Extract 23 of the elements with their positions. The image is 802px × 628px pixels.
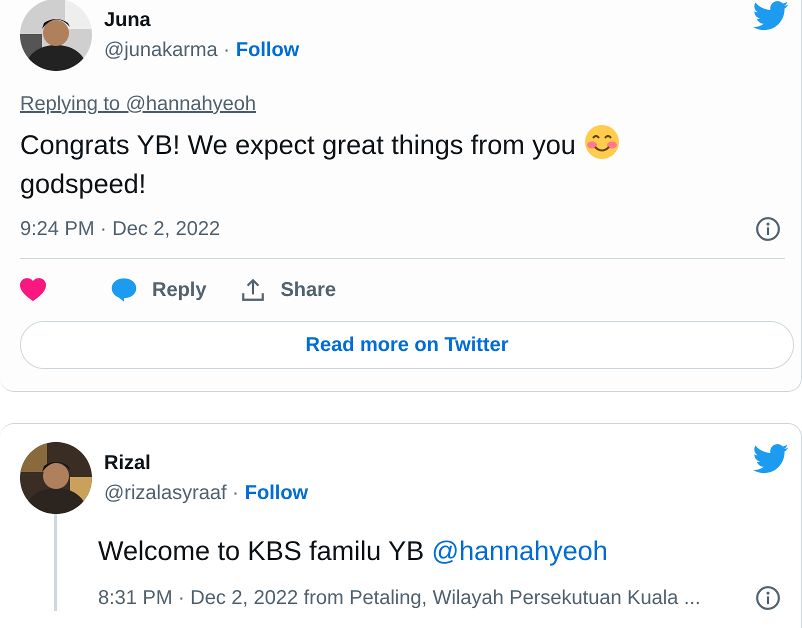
share-button[interactable]: Share [240, 277, 336, 303]
info-icon[interactable] [755, 216, 781, 242]
tweet-text: Welcome to KBS familu YB @hannahyeoh [98, 536, 608, 566]
follow-link[interactable]: Follow [244, 481, 308, 505]
tweet-text: Congrats YB! We expect great things from you [20, 130, 576, 160]
user-name: Juna [104, 8, 152, 32]
follow-link[interactable]: Follow [236, 38, 300, 62]
bird-icon [753, 1, 789, 31]
bird-icon [753, 444, 789, 474]
user-handle: @junakarma · [104, 38, 230, 62]
user-handle: @rizalasyraaf · [104, 481, 239, 505]
tweet-text: godspeed! [20, 169, 146, 199]
speech-bubble-icon [110, 276, 138, 304]
read-more-button[interactable]: Read more on Twitter [20, 321, 794, 369]
tweet-timestamp: 9:24 PM · Dec 2, 2022 [20, 218, 220, 240]
user-name: Rizal [104, 451, 152, 475]
share-icon [240, 277, 266, 303]
reply-button[interactable]: Reply [110, 276, 206, 304]
heart-icon[interactable] [20, 278, 46, 302]
tweet-timestamp: 8:31 PM · Dec 2, 2022 from Petaling, Wilayah Persekutuan Kuala ... [98, 586, 701, 610]
info-icon[interactable] [755, 585, 781, 611]
replying-to-link[interactable]: Replying to @hannahyeoh [20, 93, 256, 116]
smiling-emoji-icon [584, 124, 620, 160]
